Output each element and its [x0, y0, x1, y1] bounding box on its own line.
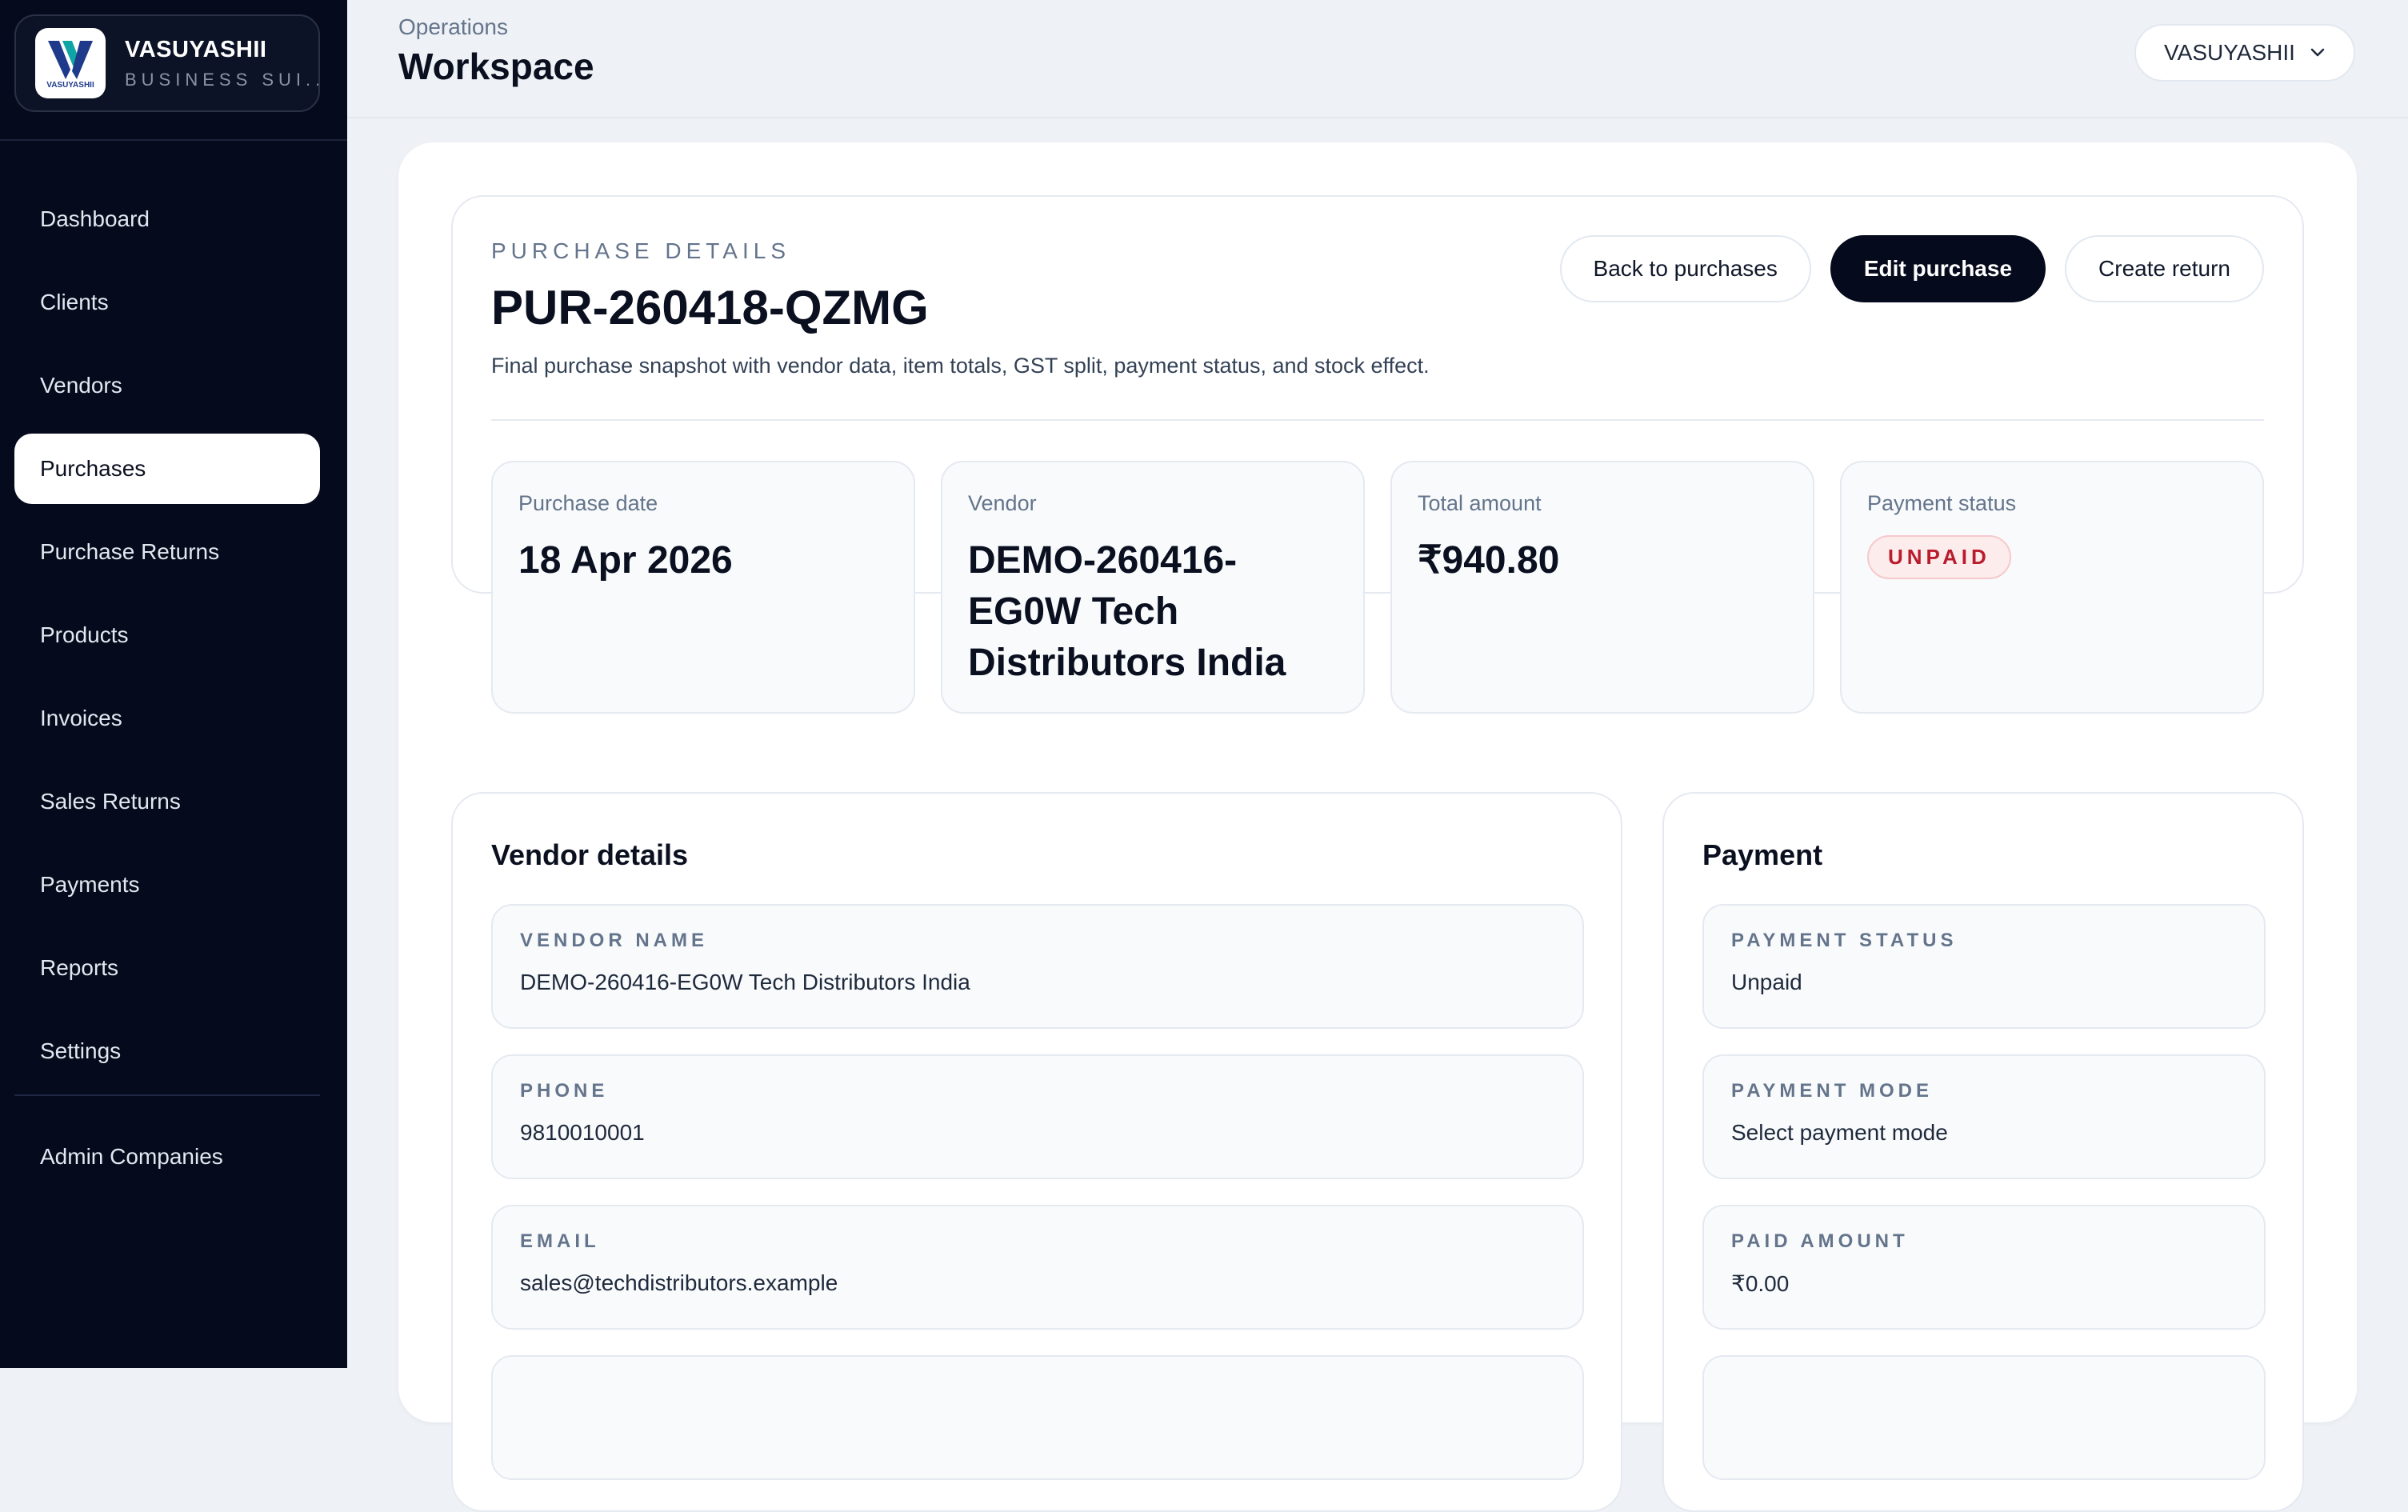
sidebar-item-products[interactable]: Products	[14, 600, 320, 670]
stat-label: Vendor	[968, 491, 1037, 515]
stat-label: Total amount	[1418, 491, 1542, 515]
stat-vendor: Vendor DEMO-260416-EG0W Tech Distributor…	[941, 461, 1365, 714]
field-label: PAYMENT MODE	[1731, 1080, 1934, 1102]
field-label: VENDOR NAME	[520, 930, 709, 951]
page-title: Workspace	[398, 46, 594, 87]
payment-card: Payment PAYMENT STATUS Unpaid PAYMENT MO…	[1662, 792, 2304, 1512]
create-return-button[interactable]: Create return	[2065, 235, 2264, 302]
breadcrumb[interactable]: Operations	[398, 14, 508, 40]
field-next	[491, 1355, 1584, 1480]
purchase-actions: Back to purchases Edit purchase Create r…	[1559, 235, 2264, 302]
stat-total-amount: Total amount ₹940.80	[1390, 461, 1814, 714]
sidebar-nav: Dashboard Clients Vendors Purchases Purc…	[14, 184, 320, 1099]
field-payment-mode: PAYMENT MODE Select payment mode	[1702, 1054, 2266, 1179]
sidebar: VASUYASHII VASUYASHII BUSINESS SUI... Da…	[0, 0, 347, 1368]
stat-value: ₹940.80	[1418, 539, 1560, 582]
logo-mark-icon	[48, 40, 93, 79]
field-vendor-name: VENDOR NAME DEMO-260416-EG0W Tech Distri…	[491, 904, 1584, 1029]
company-logo: VASUYASHII	[35, 28, 106, 98]
back-to-purchases-button[interactable]: Back to purchases	[1559, 235, 1811, 302]
stat-purchase-date: Purchase date 18 Apr 2026	[491, 461, 915, 714]
logo-caption: VASUYASHII	[46, 80, 94, 90]
field-value: 9810010001	[520, 1120, 645, 1145]
field-paid-amount: PAID AMOUNT ₹0.00	[1702, 1205, 2266, 1330]
status-badge: UNPAID	[1867, 535, 2011, 579]
brand-subtitle: BUSINESS SUI...	[125, 69, 318, 90]
field-label: PAID AMOUNT	[1731, 1230, 1909, 1252]
company-switcher[interactable]: VASUYASHII	[2134, 24, 2355, 82]
sidebar-item-vendors[interactable]: Vendors	[14, 350, 320, 421]
sidebar-item-admin-companies[interactable]: Admin Companies	[14, 1122, 320, 1192]
field-label: PHONE	[520, 1080, 609, 1102]
card-title: Vendor details	[491, 838, 689, 871]
purchase-summary-card: PURCHASE DETAILS PUR-260418-QZMG Final p…	[451, 195, 2304, 714]
stat-value: 18 Apr 2026	[518, 539, 733, 582]
sidebar-item-sales-returns[interactable]: Sales Returns	[14, 766, 320, 837]
sidebar-item-reports[interactable]: Reports	[14, 933, 320, 1003]
sidebar-divider	[0, 139, 347, 141]
sidebar-separator	[14, 1094, 320, 1096]
stat-payment-status: Payment status UNPAID	[1840, 461, 2264, 714]
field-value: Select payment mode	[1731, 1120, 1948, 1145]
vendor-details-card: Vendor details VENDOR NAME DEMO-260416-E…	[451, 792, 1622, 1512]
brand-switcher[interactable]: VASUYASHII VASUYASHII BUSINESS SUI...	[14, 14, 320, 112]
section-eyebrow: PURCHASE DETAILS	[491, 238, 790, 263]
stat-label: Payment status	[1867, 491, 2017, 515]
sidebar-item-purchases[interactable]: Purchases	[14, 434, 320, 504]
edit-purchase-button[interactable]: Edit purchase	[1830, 235, 2046, 302]
field-value: ₹0.00	[1731, 1271, 1790, 1296]
sidebar-item-payments[interactable]: Payments	[14, 850, 320, 920]
main-panel: PURCHASE DETAILS PUR-260418-QZMG Final p…	[398, 142, 2357, 1512]
brand-name: VASUYASHII	[125, 36, 267, 62]
field-payment-status: PAYMENT STATUS Unpaid	[1702, 904, 2266, 1029]
field-value: Unpaid	[1731, 970, 1802, 994]
top-header: Operations Workspace VASUYASHII	[347, 0, 2408, 118]
field-email: EMAIL sales@techdistributors.example	[491, 1205, 1584, 1330]
sidebar-item-purchase-returns[interactable]: Purchase Returns	[14, 517, 320, 587]
company-switcher-label: VASUYASHII	[2164, 40, 2295, 65]
sidebar-item-dashboard[interactable]: Dashboard	[14, 184, 320, 254]
field-value: sales@techdistributors.example	[520, 1270, 838, 1295]
purchase-description: Final purchase snapshot with vendor data…	[491, 354, 1430, 378]
stat-value: DEMO-260416-EG0W Tech Distributors India	[968, 539, 1286, 684]
stat-label: Purchase date	[518, 491, 658, 515]
purchase-id: PUR-260418-QZMG	[491, 281, 929, 334]
field-phone: PHONE 9810010001	[491, 1054, 1584, 1179]
sidebar-item-settings[interactable]: Settings	[14, 1016, 320, 1086]
card-title: Payment	[1702, 838, 1823, 871]
field-label: PAYMENT STATUS	[1731, 930, 1958, 951]
field-next	[1702, 1355, 2266, 1480]
sidebar-item-clients[interactable]: Clients	[14, 267, 320, 338]
sidebar-item-invoices[interactable]: Invoices	[14, 683, 320, 754]
field-value: DEMO-260416-EG0W Tech Distributors India	[520, 970, 970, 994]
chevron-down-icon	[2310, 48, 2325, 57]
summary-divider	[491, 419, 2264, 421]
field-label: EMAIL	[520, 1230, 600, 1252]
